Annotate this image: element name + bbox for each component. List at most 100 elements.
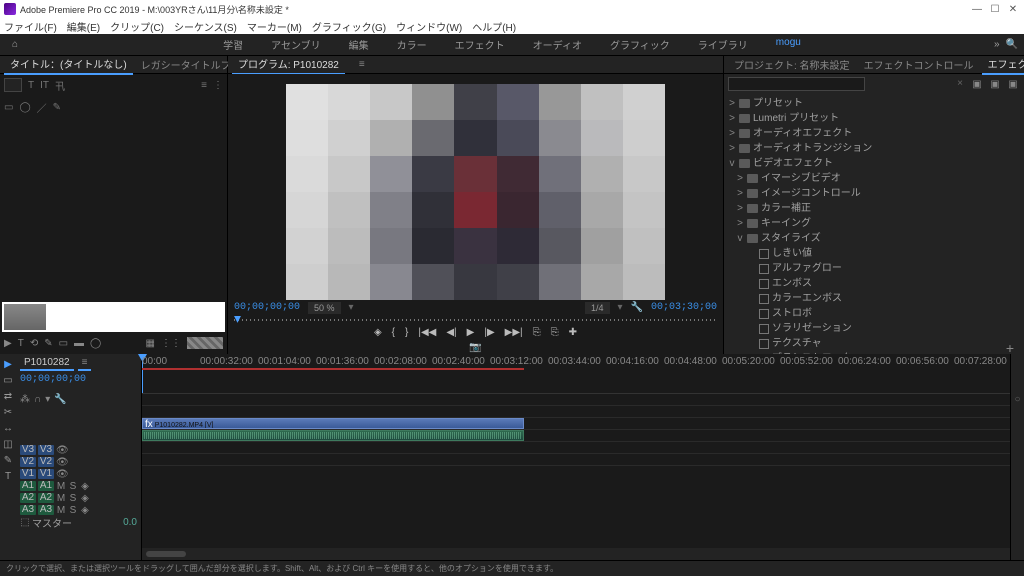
track-source[interactable]: A1 (20, 481, 36, 491)
maximize-icon[interactable]: ☐ (990, 4, 1000, 14)
center-icon[interactable]: ▦ (146, 338, 155, 349)
workspace-tab[interactable]: 編集 (343, 35, 375, 54)
track-toggle[interactable]: ◈ (80, 493, 90, 503)
effects-search-input[interactable] (728, 77, 865, 91)
zoom-select[interactable]: 50 % (308, 302, 341, 314)
transport-button[interactable]: ◀| (446, 327, 456, 338)
disclosure-icon[interactable]: > (728, 111, 736, 126)
timeline-tool[interactable]: ✂ (2, 406, 14, 418)
distribute-icon[interactable]: ⋮ (213, 80, 223, 91)
transport-button[interactable]: ▶ (467, 327, 475, 338)
timeline-tool[interactable]: ◫ (2, 438, 14, 450)
search-icon[interactable]: 🔍 (1006, 39, 1018, 50)
effects-folder[interactable]: >キーイング (724, 216, 1024, 231)
transport-button[interactable]: ◈ (374, 327, 382, 338)
selection-icon[interactable]: ▶ (4, 338, 12, 349)
transport-button[interactable]: ▶▶| (505, 327, 523, 338)
effect-item[interactable]: カラーエンボス (724, 291, 1024, 306)
wrench-icon[interactable]: 🔧 (631, 302, 643, 313)
transport-button[interactable]: ⎘ (533, 327, 541, 338)
effect-item[interactable]: テクスチャ (724, 336, 1024, 351)
panel-menu-icon[interactable]: ≡ (353, 57, 371, 72)
menu-item[interactable]: ヘルプ(H) (472, 19, 516, 34)
effects-folder[interactable]: >カラー補正 (724, 201, 1024, 216)
disclosure-icon[interactable]: > (736, 186, 744, 201)
track-toggle[interactable]: M (56, 505, 66, 515)
effects-folder[interactable]: >オーディオエフェクト (724, 126, 1024, 141)
effects-folder[interactable]: >プリセット (724, 96, 1024, 111)
timeline-tool[interactable]: ↔ (2, 422, 14, 434)
transport-button[interactable]: ✚ (569, 327, 577, 338)
track-lane[interactable]: fx P1010282.MP4 [V] (142, 418, 1010, 430)
track-header[interactable]: V2V2👁 (16, 456, 141, 468)
track-lane[interactable] (142, 454, 1010, 466)
vert-type-icon[interactable]: IT (40, 80, 49, 91)
ellipse-icon[interactable]: ◯ (19, 102, 30, 113)
menu-item[interactable]: シーケンス(S) (174, 19, 237, 34)
fill-swatch[interactable] (4, 78, 22, 92)
ellipse-icon[interactable]: ◯ (90, 338, 101, 349)
effects-folder[interactable]: >イメージコントロール (724, 186, 1024, 201)
timeline-tool[interactable]: ✎ (2, 454, 14, 466)
track-header[interactable]: A2A2MS◈ (16, 492, 141, 504)
track-target[interactable]: V1 (38, 469, 54, 479)
effects-folder[interactable]: >オーディオトランジション (724, 141, 1024, 156)
timeline-tool[interactable]: ⇄ (2, 390, 14, 402)
effects-tab[interactable]: エフェクトコントロール (858, 55, 980, 74)
playhead-icon[interactable] (234, 316, 241, 323)
workspace-tab[interactable]: エフェクト (449, 35, 511, 54)
style-thumb[interactable] (4, 304, 46, 330)
track-lane[interactable] (142, 406, 1010, 418)
align-icon[interactable]: ≡ (201, 80, 207, 91)
track-toggle[interactable]: M (56, 493, 66, 503)
track-source[interactable]: V3 (20, 445, 36, 455)
track-header[interactable]: A1A1MS◈ (16, 480, 141, 492)
effects-tab[interactable]: エフェクト (982, 54, 1024, 75)
track-toggle[interactable]: S (68, 505, 78, 515)
menu-item[interactable]: ウィンドウ(W) (396, 19, 462, 34)
track-visibility-icon[interactable]: 👁 (56, 469, 66, 479)
timeline-tool[interactable]: ▭ (2, 374, 14, 386)
distribute-icon[interactable]: ⋮⋮ (161, 338, 181, 349)
workspace-tab[interactable]: mogu (770, 35, 807, 54)
track-source[interactable]: V2 (20, 457, 36, 467)
transport-button[interactable]: |▶ (484, 327, 494, 338)
timeline-tool[interactable]: T (2, 470, 14, 482)
track-source[interactable]: A2 (20, 493, 36, 503)
menu-item[interactable]: グラフィック(G) (312, 19, 386, 34)
disclosure-icon[interactable]: > (736, 171, 744, 186)
snap-icon[interactable]: ⁂ (20, 394, 30, 408)
chevron-icon[interactable]: » (994, 39, 1000, 50)
tc-out[interactable]: 00;03;30;00 (651, 302, 717, 313)
effects-folder[interactable]: vビデオエフェクト (724, 156, 1024, 171)
transport-button[interactable]: |◀◀ (418, 327, 436, 338)
track-target[interactable]: V3 (38, 445, 54, 455)
export-frame-icon[interactable]: 📷 (469, 342, 481, 353)
menu-item[interactable]: マーカー(M) (247, 19, 302, 34)
track-target[interactable]: A2 (38, 493, 54, 503)
track-toggle[interactable]: ◈ (80, 505, 90, 515)
track-toggle[interactable]: ◈ (80, 481, 90, 491)
disclosure-icon[interactable]: > (728, 141, 736, 156)
track-toggle[interactable]: M (56, 481, 66, 491)
link-icon[interactable]: ∩ (34, 394, 41, 408)
track-header[interactable]: V3V3👁 (16, 444, 141, 456)
program-scrubber[interactable] (234, 316, 717, 324)
source-monitor[interactable] (0, 118, 227, 332)
workspace-tab[interactable]: アセンブリ (265, 35, 327, 54)
minimize-icon[interactable]: — (972, 4, 982, 14)
transport-button[interactable]: ⎘ (551, 327, 559, 338)
audio-clip[interactable] (142, 430, 524, 441)
rect-icon[interactable]: ▭ (59, 338, 68, 349)
rotate-icon[interactable]: ⟲ (30, 338, 38, 349)
disclosure-icon[interactable]: > (728, 96, 736, 111)
track-header[interactable]: V1V1👁 (16, 468, 141, 480)
track-toggle[interactable]: S (68, 493, 78, 503)
rect2-icon[interactable]: ▬ (74, 338, 84, 349)
program-monitor[interactable] (228, 74, 723, 300)
video-clip[interactable]: fx P1010282.MP4 [V] (142, 418, 524, 429)
menu-item[interactable]: 編集(E) (67, 19, 100, 34)
resolution-select[interactable]: 1/4 (585, 302, 610, 314)
menu-item[interactable]: クリップ(C) (110, 19, 164, 34)
transport-button[interactable]: { (392, 327, 395, 338)
